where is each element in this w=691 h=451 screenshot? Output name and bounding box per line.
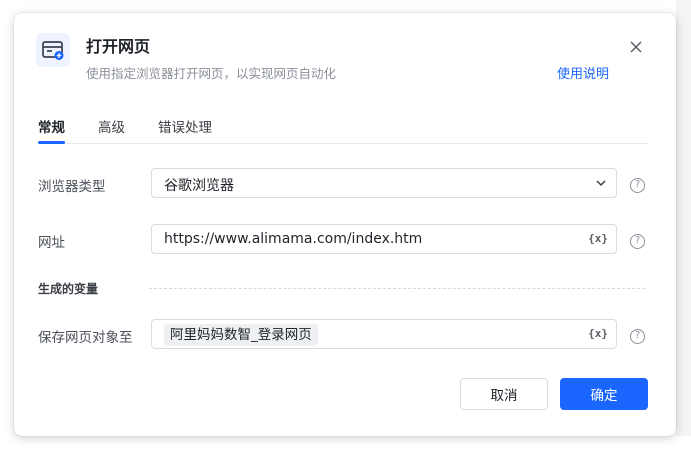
url-value: https://www.alimama.com/index.htm: [164, 231, 423, 247]
browser-window-plus-icon: [36, 33, 70, 67]
browser-type-help-icon[interactable]: ?: [630, 178, 645, 193]
tab-error-handling[interactable]: 错误处理: [158, 116, 212, 142]
confirm-button[interactable]: 确定: [560, 378, 648, 410]
generated-variables-heading: 生成的变量: [38, 282, 99, 296]
variable-chip: 阿里妈妈数智_登录网页: [164, 324, 318, 346]
usage-help-link[interactable]: 使用说明: [557, 63, 609, 82]
save-webpage-object-label: 保存网页对象至: [38, 330, 133, 346]
tab-general[interactable]: 常规: [38, 116, 65, 144]
close-icon: [630, 41, 642, 53]
open-webpage-dialog: 打开网页 使用指定浏览器打开网页，以实现网页自动化 使用说明 常规 高级 错误处…: [14, 13, 676, 436]
url-input[interactable]: https://www.alimama.com/index.htm {x}: [151, 224, 617, 254]
browser-type-select[interactable]: 谷歌浏览器: [151, 168, 617, 198]
background-panel: [676, 0, 691, 451]
tab-advanced[interactable]: 高级: [98, 116, 125, 142]
dialog-subtitle: 使用指定浏览器打开网页，以实现网页自动化: [86, 66, 337, 81]
tab-bar: 常规 高级 错误处理: [38, 116, 648, 144]
browser-type-label: 浏览器类型: [38, 179, 106, 195]
cancel-button[interactable]: 取消: [460, 378, 548, 410]
section-divider: [149, 288, 645, 289]
browser-type-value: 谷歌浏览器: [164, 178, 234, 194]
url-help-icon[interactable]: ?: [630, 234, 645, 249]
save-to-help-icon[interactable]: ?: [630, 329, 645, 344]
dialog-title: 打开网页: [86, 37, 151, 56]
save-to-variable-button[interactable]: {x}: [588, 327, 608, 340]
background-strip: [0, 436, 691, 451]
close-button[interactable]: [626, 37, 646, 57]
chevron-down-icon: [596, 180, 606, 187]
url-label: 网址: [38, 235, 65, 251]
save-webpage-object-input[interactable]: 阿里妈妈数智_登录网页 {x}: [151, 319, 617, 349]
url-variable-button[interactable]: {x}: [588, 232, 608, 245]
